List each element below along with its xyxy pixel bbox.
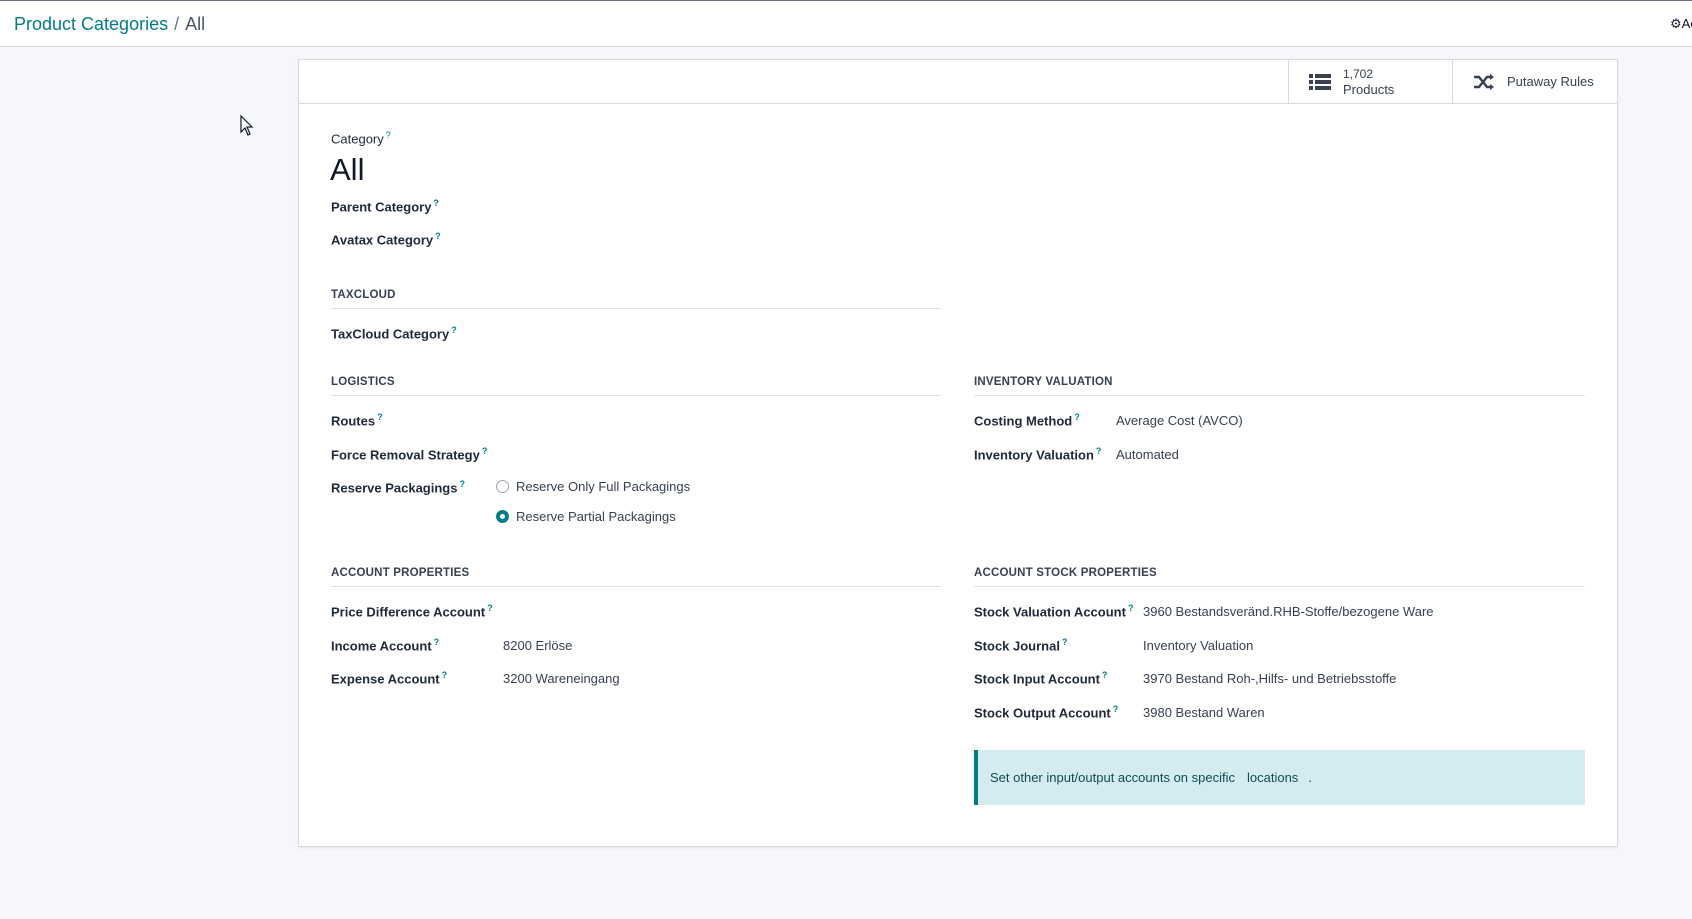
radio-unchecked-icon <box>496 480 509 493</box>
control-panel: Product Categories /All ⚙Action <box>0 1 1692 47</box>
inventory-valuation-label: Inventory Valuation? <box>974 446 1102 463</box>
stock-input-account-field[interactable]: 3970 Bestand Roh-,Hilfs- und Betriebssto… <box>1143 671 1396 686</box>
help-tooltip-icon[interactable]: ? <box>1096 446 1102 456</box>
inventory-valuation-section-title: INVENTORY VALUATION <box>974 376 1585 396</box>
reserve-packagings-label: Reserve Packagings? <box>331 479 465 496</box>
help-tooltip-icon[interactable]: ? <box>451 325 457 335</box>
force-removal-strategy-label: Force Removal Strategy? <box>331 446 488 463</box>
stock-input-account-label: Stock Input Account? <box>974 670 1108 687</box>
alert-text: Set other input/output accounts on speci… <box>990 770 1235 785</box>
alert-suffix: . <box>1308 770 1312 785</box>
price-difference-account-label: Price Difference Account? <box>331 603 493 620</box>
reserve-partial-packagings-radio[interactable]: Reserve Partial Packagings <box>496 509 676 524</box>
radio-checked-icon <box>496 510 509 523</box>
help-tooltip-icon[interactable]: ? <box>1128 603 1134 613</box>
help-tooltip-icon[interactable]: ? <box>1113 704 1119 714</box>
radio-label: Reserve Only Full Packagings <box>516 479 691 494</box>
locations-link[interactable]: locations <box>1247 770 1298 785</box>
putaway-rules-label: Putaway Rules <box>1507 74 1594 89</box>
help-tooltip-icon[interactable]: ? <box>1074 412 1080 422</box>
help-tooltip-icon[interactable]: ? <box>386 130 391 140</box>
parent-category-label: Parent Category? <box>331 198 439 215</box>
category-name-field[interactable]: All <box>330 152 364 188</box>
taxcloud-category-label: TaxCloud Category? <box>331 325 457 342</box>
help-tooltip-icon[interactable]: ? <box>459 479 465 489</box>
stock-journal-label: Stock Journal? <box>974 637 1068 654</box>
costing-method-field[interactable]: Average Cost (AVCO) <box>1116 413 1243 428</box>
smart-button-box: 1,702 Products Putaway Rules <box>299 60 1617 104</box>
category-label: Category? <box>331 130 391 147</box>
breadcrumb-product-categories[interactable]: Product Categories <box>14 14 168 34</box>
help-tooltip-icon[interactable]: ? <box>435 231 441 241</box>
stock-output-account-label: Stock Output Account? <box>974 704 1119 721</box>
help-tooltip-icon[interactable]: ? <box>433 198 439 208</box>
help-tooltip-icon[interactable]: ? <box>442 670 448 680</box>
income-account-label: Income Account? <box>331 637 440 654</box>
stock-journal-field[interactable]: Inventory Valuation <box>1143 638 1253 653</box>
reserve-full-packagings-radio[interactable]: Reserve Only Full Packagings <box>496 479 690 494</box>
help-tooltip-icon[interactable]: ? <box>377 412 383 422</box>
form-sheet: 1,702 Products Putaway Rules Category? A… <box>298 59 1618 847</box>
breadcrumb-separator: / <box>174 14 180 34</box>
help-tooltip-icon[interactable]: ? <box>487 603 493 613</box>
info-alert: Set other input/output accounts on speci… <box>974 750 1585 805</box>
help-tooltip-icon[interactable]: ? <box>482 446 488 456</box>
action-menu-button[interactable]: ⚙Action <box>1670 16 1692 32</box>
income-account-field[interactable]: 8200 Erlöse <box>503 638 572 653</box>
help-tooltip-icon[interactable]: ? <box>1102 670 1108 680</box>
stock-valuation-account-label: Stock Valuation Account? <box>974 603 1134 620</box>
expense-account-label: Expense Account? <box>331 670 448 687</box>
products-count: 1,702 <box>1343 66 1374 81</box>
help-tooltip-icon[interactable]: ? <box>1062 637 1068 647</box>
list-icon <box>1309 73 1331 90</box>
gear-icon: ⚙ <box>1670 16 1682 31</box>
breadcrumb-current: All <box>185 14 206 34</box>
account-properties-section-title: ACCOUNT PROPERTIES <box>331 567 941 587</box>
help-tooltip-icon[interactable]: ? <box>434 637 440 647</box>
expense-account-field[interactable]: 3200 Wareneingang <box>503 671 620 686</box>
products-smart-button[interactable]: 1,702 Products <box>1288 60 1452 103</box>
mouse-cursor-icon <box>240 115 254 136</box>
stock-output-account-field[interactable]: 3980 Bestand Waren <box>1143 705 1265 720</box>
radio-label: Reserve Partial Packagings <box>516 509 676 524</box>
costing-method-label: Costing Method? <box>974 412 1080 429</box>
breadcrumb: Product Categories / All <box>14 14 205 35</box>
taxcloud-section-title: TAXCLOUD <box>331 289 941 309</box>
stock-valuation-account-field[interactable]: 3960 Bestandsveränd.RHB-Stoffe/bezogene … <box>1143 604 1434 619</box>
account-stock-properties-section-title: ACCOUNT STOCK PROPERTIES <box>974 567 1585 587</box>
shuffle-icon <box>1474 73 1494 90</box>
avatax-category-label: Avatax Category? <box>331 231 441 248</box>
routes-label: Routes? <box>331 412 383 429</box>
products-label: Products <box>1343 81 1395 97</box>
action-menu-label: Action <box>1681 16 1692 31</box>
putaway-rules-smart-button[interactable]: Putaway Rules <box>1452 60 1617 103</box>
logistics-section-title: LOGISTICS <box>331 376 941 396</box>
inventory-valuation-field[interactable]: Automated <box>1116 447 1179 462</box>
